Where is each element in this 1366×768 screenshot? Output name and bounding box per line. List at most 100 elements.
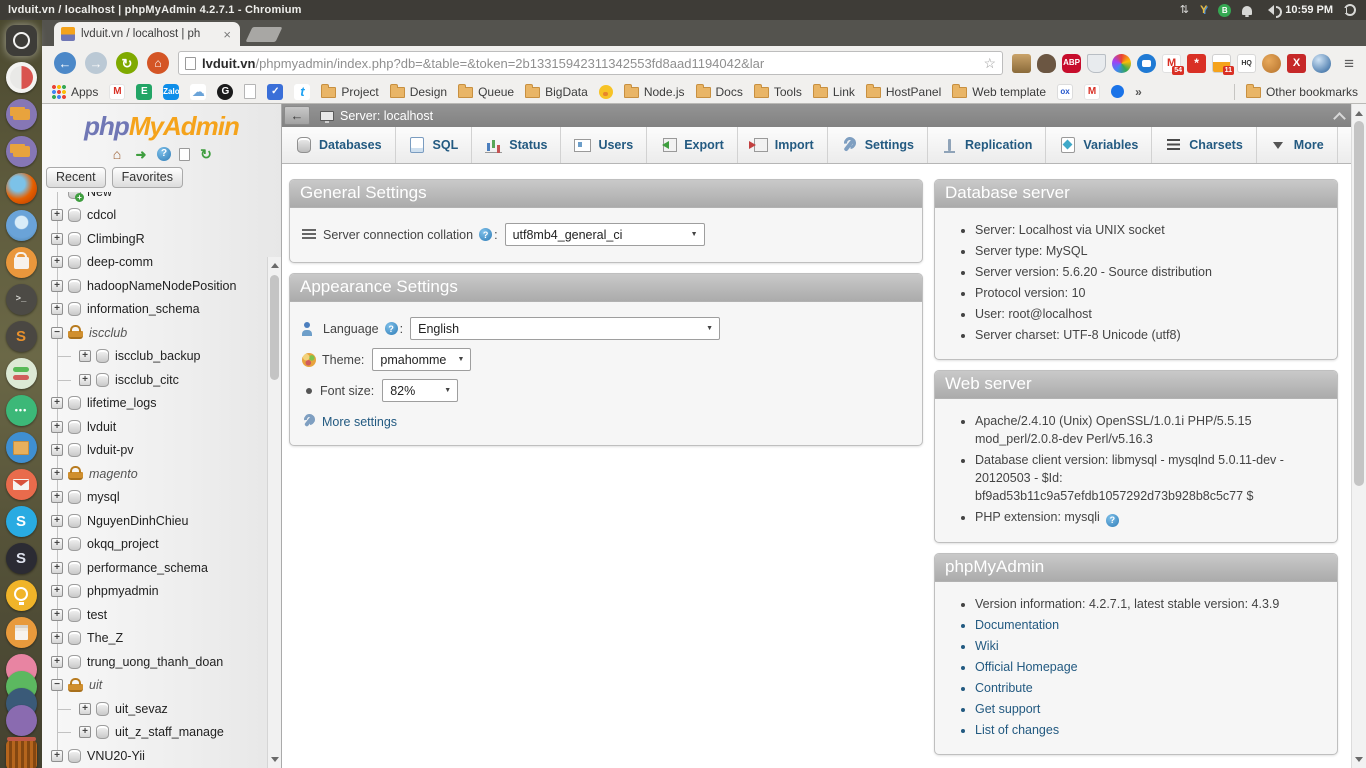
network-traffic-icon[interactable]: ⇅ bbox=[1180, 5, 1189, 16]
tree-expander-icon[interactable] bbox=[51, 609, 63, 621]
bookmark-item[interactable]: Docs bbox=[696, 85, 743, 99]
launcher-app-icon[interactable]: S bbox=[6, 321, 37, 352]
tree-item[interactable]: uit_sevaz bbox=[42, 697, 263, 721]
bookmark-star-icon[interactable]: ☆ bbox=[984, 55, 997, 72]
tree-item-label[interactable]: cdcol bbox=[87, 208, 116, 222]
tree-item[interactable]: uit bbox=[42, 674, 263, 698]
pma-tab[interactable]: Export bbox=[647, 127, 738, 163]
tree-item-label[interactable]: lvduit-pv bbox=[87, 443, 134, 457]
scroll-up-icon[interactable] bbox=[268, 259, 281, 271]
bookmark-item[interactable]: Node.js bbox=[624, 85, 685, 99]
bookmark-item[interactable]: Queue bbox=[458, 85, 514, 99]
tree-item-label[interactable]: ClimbingR bbox=[87, 232, 145, 246]
scroll-up-icon[interactable] bbox=[1352, 106, 1366, 119]
info-list-item[interactable]: Official Homepage bbox=[975, 658, 1325, 676]
tree-item[interactable]: trung_uong_thanh_doan bbox=[42, 650, 263, 674]
clock[interactable]: 10:59 PM bbox=[1285, 4, 1333, 16]
tree-expander-icon[interactable] bbox=[51, 327, 63, 339]
launcher-app-icon[interactable] bbox=[6, 247, 37, 278]
tree-expander-icon[interactable] bbox=[51, 585, 63, 597]
tree-item[interactable]: VNU20-Yii bbox=[42, 744, 263, 768]
tree-item[interactable]: New bbox=[42, 192, 263, 204]
pma-tab[interactable]: SQL bbox=[396, 127, 473, 163]
tree-expander-icon[interactable] bbox=[51, 397, 63, 409]
extension-icon[interactable]: 11 bbox=[1212, 54, 1231, 73]
tree-expander-icon[interactable] bbox=[51, 562, 63, 574]
tree-expander-icon[interactable] bbox=[51, 679, 63, 691]
bookmark-item[interactable]: Zalo bbox=[163, 84, 179, 100]
logout-icon[interactable]: ➜ bbox=[133, 146, 149, 162]
pma-tab[interactable]: Status bbox=[472, 127, 561, 163]
tree-item-label[interactable]: uit_z_staff_manage bbox=[115, 725, 224, 739]
address-bar[interactable]: lvduit.vn/phpmyadmin/index.php?db=&table… bbox=[178, 51, 1003, 75]
tree-item[interactable]: okqq_project bbox=[42, 533, 263, 557]
launcher-app-icon[interactable] bbox=[6, 358, 37, 389]
launcher-app-icon[interactable] bbox=[6, 432, 37, 463]
bookmark-item[interactable]: E bbox=[136, 84, 152, 100]
scroll-down-icon[interactable] bbox=[268, 754, 281, 766]
info-list-item[interactable]: Documentation bbox=[975, 616, 1325, 634]
launcher-app-icon[interactable] bbox=[6, 210, 37, 241]
launcher-app-icon[interactable] bbox=[6, 99, 37, 130]
collapse-topmenu-icon[interactable] bbox=[1334, 111, 1343, 120]
tab-close-icon[interactable]: × bbox=[221, 28, 233, 41]
bookmark-item[interactable]: ☁ bbox=[190, 84, 206, 100]
session-power-icon[interactable] bbox=[1344, 4, 1356, 16]
bookmark-item[interactable] bbox=[1111, 85, 1124, 98]
launcher-app-icon[interactable] bbox=[6, 617, 37, 648]
back-button[interactable]: ← bbox=[54, 52, 76, 74]
tree-expander-icon[interactable] bbox=[79, 374, 91, 386]
language-select[interactable]: English bbox=[410, 317, 720, 340]
info-list-item[interactable]: Wiki bbox=[975, 637, 1325, 655]
launcher-app-icon[interactable] bbox=[6, 25, 37, 56]
main-scrollbar[interactable] bbox=[1351, 104, 1366, 768]
tree-item[interactable]: uit_z_staff_manage bbox=[42, 721, 263, 745]
extension-icon[interactable] bbox=[1112, 54, 1131, 73]
bookmark-item[interactable]: ox bbox=[1057, 84, 1073, 100]
chromium-menu-icon[interactable]: ≡ bbox=[1340, 55, 1358, 72]
indicator-multiload-icon[interactable]: Y bbox=[1200, 5, 1207, 16]
more-settings-link[interactable]: More settings bbox=[322, 415, 397, 429]
pma-tab[interactable]: Replication bbox=[928, 127, 1046, 163]
reload-button[interactable]: ↻ bbox=[116, 52, 138, 74]
pma-tab[interactable]: Import bbox=[738, 127, 828, 163]
tree-item-label[interactable]: mysql bbox=[87, 490, 120, 504]
bookmark-item[interactable]: Project bbox=[321, 85, 378, 99]
extension-icon[interactable] bbox=[1037, 54, 1056, 73]
tree-item[interactable]: The_Z bbox=[42, 627, 263, 651]
launcher-app-icon[interactable] bbox=[6, 136, 37, 167]
pma-tab[interactable]: Databases bbox=[282, 127, 396, 163]
tree-item[interactable]: iscclub_backup bbox=[42, 345, 263, 369]
tree-item[interactable]: lvduit bbox=[42, 415, 263, 439]
favorites-button[interactable]: Favorites bbox=[112, 167, 183, 188]
tree-expander-icon[interactable] bbox=[79, 703, 91, 715]
tree-item-label[interactable]: The_Z bbox=[87, 631, 123, 645]
nav-scrollbar-thumb[interactable] bbox=[270, 275, 279, 380]
info-list-item[interactable]: Contribute bbox=[975, 679, 1325, 697]
launcher-app-icon[interactable] bbox=[6, 469, 37, 500]
tree-expander-icon[interactable] bbox=[51, 750, 63, 762]
extension-icon[interactable] bbox=[1312, 54, 1331, 73]
launcher-app-icon[interactable]: ••• bbox=[6, 395, 37, 426]
tree-expander-icon[interactable] bbox=[51, 491, 63, 503]
notifications-bell-icon[interactable] bbox=[1242, 6, 1252, 15]
tree-item[interactable]: hadoopNameNodePosition bbox=[42, 274, 263, 298]
tree-item-label[interactable]: okqq_project bbox=[87, 537, 159, 551]
bookmark-item[interactable]: BigData bbox=[525, 85, 588, 99]
tree-expander-icon[interactable] bbox=[51, 468, 63, 480]
launcher-app-icon[interactable] bbox=[6, 580, 37, 611]
extension-icon[interactable] bbox=[1087, 54, 1106, 73]
tree-item[interactable]: deep-comm bbox=[42, 251, 263, 275]
nav-collapse-back-button[interactable]: ← bbox=[284, 106, 310, 125]
tree-item-label[interactable]: hadoopNameNodePosition bbox=[87, 279, 236, 293]
launcher-app-icon[interactable] bbox=[6, 62, 37, 93]
extension-icon[interactable] bbox=[1137, 54, 1156, 73]
tree-item-label[interactable]: trung_uong_thanh_doan bbox=[87, 655, 223, 669]
other-bookmarks[interactable]: Other bookmarks bbox=[1246, 85, 1358, 99]
tree-expander-icon[interactable] bbox=[51, 421, 63, 433]
launcher-app-icon[interactable] bbox=[6, 705, 37, 736]
info-list-item[interactable]: Get support bbox=[975, 700, 1325, 718]
tree-item[interactable]: phpmyadmin bbox=[42, 580, 263, 604]
info-list-item[interactable]: Version information: 4.2.7.1, latest sta… bbox=[975, 595, 1325, 613]
tree-item-label[interactable]: New bbox=[87, 192, 112, 199]
